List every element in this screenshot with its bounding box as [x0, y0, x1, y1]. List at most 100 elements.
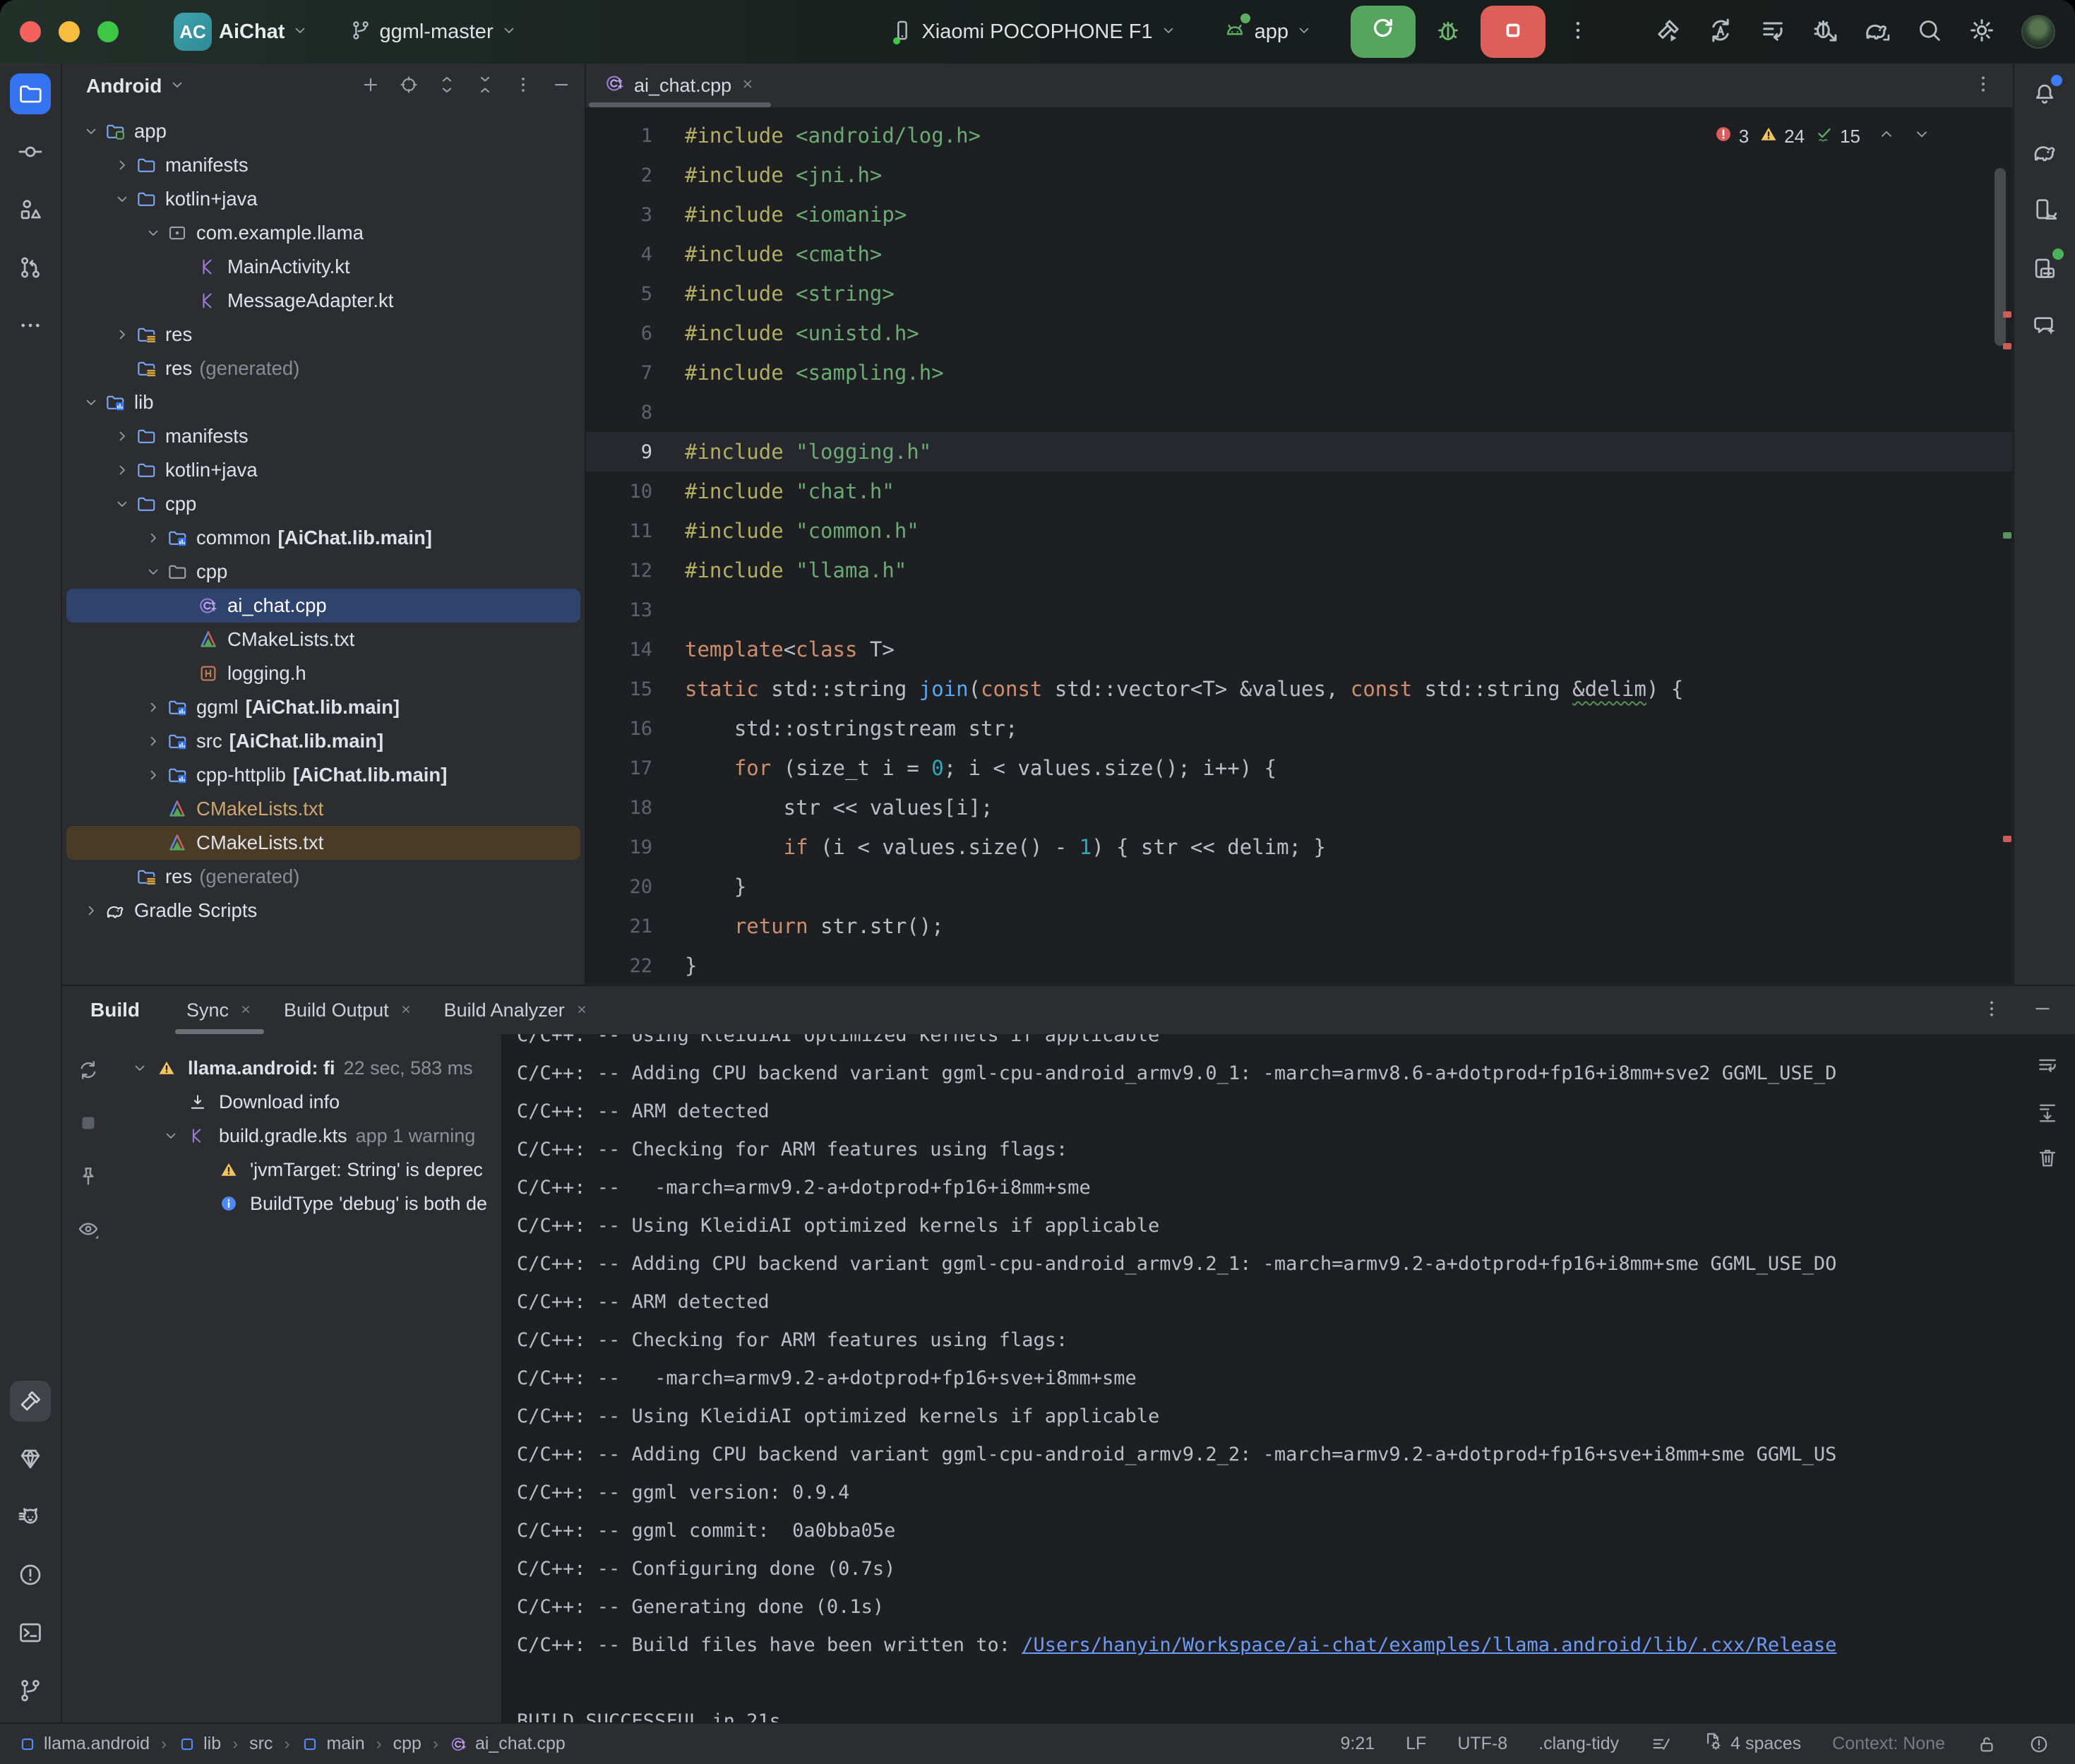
chevron-right-icon[interactable] — [110, 428, 134, 445]
project-tree-item[interactable]: res(generated) — [66, 860, 580, 894]
project-tree-item[interactable]: res — [66, 318, 580, 352]
code-line[interactable]: 15static std::string join(const std::vec… — [586, 669, 2013, 709]
code-line[interactable]: 10#include "chat.h" — [586, 472, 2013, 511]
error-stripe-mark[interactable] — [2003, 836, 2011, 842]
close-icon[interactable] — [399, 1000, 413, 1021]
chevron-down-icon[interactable] — [110, 191, 134, 208]
error-stripe-mark[interactable] — [2003, 343, 2011, 349]
project-tree-item[interactable]: manifests — [66, 148, 580, 182]
chevron-down-icon[interactable] — [79, 394, 103, 411]
rerun-app-button[interactable] — [1351, 6, 1416, 58]
breadcrumb-item[interactable]: src — [249, 1734, 273, 1754]
project-tree-item[interactable]: ggml[AiChat.lib.main] — [66, 690, 580, 724]
chevron-down-icon[interactable] — [141, 224, 165, 241]
build-tree-item[interactable]: build.gradle.ktsapp 1 warning — [114, 1119, 501, 1153]
tool-strip-button-build-hammer[interactable] — [10, 1381, 51, 1422]
code-line[interactable]: 14template<class T> — [586, 630, 2013, 669]
tool-strip-button-gradle[interactable] — [2024, 131, 2065, 172]
tool-strip-button-running-devices[interactable] — [2024, 247, 2065, 288]
close-window-button[interactable] — [20, 21, 41, 42]
zoom-window-button[interactable] — [97, 21, 119, 42]
build-console[interactable]: C/C++: -- Using KleidiAI optimized kerne… — [501, 1034, 2075, 1722]
code-line[interactable]: 11#include "common.h" — [586, 511, 2013, 551]
project-tree-item[interactable]: Gradle Scripts — [66, 894, 580, 928]
editor-tab[interactable]: ai_chat.cpp — [586, 64, 774, 107]
stop-square-icon[interactable] — [76, 1111, 100, 1139]
tool-strip-button-pull-requests[interactable] — [10, 247, 51, 288]
code-line[interactable]: 22} — [586, 946, 2013, 985]
chevron-down-icon[interactable] — [157, 1127, 185, 1144]
apply-code-changes-button[interactable] — [1753, 10, 1793, 54]
tool-strip-button-device-manager[interactable] — [2024, 189, 2065, 230]
editor-options-kebab-icon[interactable] — [1972, 73, 1995, 99]
debug-app-button[interactable] — [1428, 10, 1468, 54]
build-tree-item[interactable]: llama.android: fi22 sec, 583 ms — [114, 1051, 501, 1085]
apply-changes-restart-button[interactable] — [1701, 10, 1740, 54]
chevron-right-icon[interactable] — [141, 699, 165, 716]
project-toolbar-locate[interactable] — [398, 74, 419, 99]
project-tree-item[interactable]: MessageAdapter.kt — [66, 284, 580, 318]
device-selector[interactable]: Xiaomi POCOPHONE F1 — [890, 18, 1176, 46]
code-area[interactable]: 1#include <android/log.h>2#include <jni.… — [586, 109, 2013, 985]
next-problem-chevron-icon[interactable] — [1913, 125, 1931, 148]
sync-refresh-icon[interactable] — [76, 1058, 100, 1086]
build-tab-sync[interactable]: Sync — [171, 986, 268, 1034]
tool-strip-button-terminal[interactable] — [10, 1612, 51, 1653]
branch-selector[interactable]: ggml-master — [349, 19, 517, 45]
soft-wrap-icon[interactable] — [2035, 1054, 2059, 1081]
chevron-right-icon[interactable] — [141, 767, 165, 784]
project-tree-item[interactable]: logging.h — [66, 656, 580, 690]
chevron-right-icon[interactable] — [110, 157, 134, 174]
inspections-widget[interactable]: 3 24 15 — [1714, 124, 1931, 149]
close-icon[interactable] — [239, 1000, 253, 1021]
tool-strip-button-commit[interactable] — [10, 131, 51, 172]
code-line[interactable]: 6#include <unistd.h> — [586, 313, 2013, 353]
formatter-icon[interactable] — [1650, 1734, 1671, 1755]
clear-console-icon[interactable] — [2035, 1146, 2059, 1173]
indent-setting[interactable]: 4 spaces — [1702, 1731, 1801, 1757]
breadcrumb-item[interactable]: main — [301, 1734, 364, 1754]
breadcrumb-item[interactable]: llama.android — [18, 1734, 150, 1754]
tool-strip-button-version-control[interactable] — [10, 1670, 51, 1711]
file-encoding[interactable]: UTF-8 — [1457, 1734, 1507, 1754]
project-tree-item[interactable]: kotlin+java — [66, 453, 580, 487]
lock-open-icon[interactable] — [1976, 1734, 1997, 1755]
stop-app-button[interactable] — [1481, 6, 1545, 58]
build-tab-build-output[interactable]: Build Output — [268, 986, 429, 1034]
analyzer-status[interactable]: .clang-tidy — [1538, 1734, 1619, 1754]
build-tree-item[interactable]: Download info — [114, 1085, 501, 1119]
more-run-actions-button[interactable] — [1558, 10, 1598, 54]
chevron-down-icon[interactable] — [79, 123, 103, 140]
previous-problem-chevron-icon[interactable] — [1877, 125, 1896, 148]
editor-scrollbar[interactable] — [1995, 168, 2006, 346]
code-line[interactable]: 9#include "logging.h" — [586, 432, 2013, 472]
code-line[interactable]: 4#include <cmath> — [586, 234, 2013, 274]
build-tab-build-analyzer[interactable]: Build Analyzer — [429, 986, 604, 1034]
chevron-down-icon[interactable] — [126, 1060, 154, 1076]
pin-icon[interactable] — [76, 1164, 100, 1192]
code-line[interactable]: 16 std::ostringstream str; — [586, 709, 2013, 748]
scroll-to-end-icon[interactable] — [2035, 1100, 2059, 1127]
minimize-window-button[interactable] — [59, 21, 80, 42]
search-everywhere-button[interactable] — [1910, 10, 1949, 54]
project-toolbar-expand-all[interactable] — [436, 74, 458, 99]
project-tree-item[interactable]: cpp — [66, 487, 580, 521]
build-project-button[interactable] — [1649, 10, 1688, 54]
build-tree-item[interactable]: BuildType 'debug' is both de — [114, 1187, 501, 1220]
project-tree-item[interactable]: CMakeLists.txt — [66, 826, 580, 860]
error-status-icon[interactable] — [2028, 1734, 2050, 1755]
code-line[interactable]: 19 if (i < values.size() - 1) { str << d… — [586, 827, 2013, 867]
attach-debugger-button[interactable] — [1805, 10, 1845, 54]
context-indicator[interactable]: Context: None — [1832, 1734, 1945, 1754]
chevron-right-icon[interactable] — [141, 733, 165, 750]
code-line[interactable]: 7#include <sampling.h> — [586, 353, 2013, 392]
code-line[interactable]: 13 — [586, 590, 2013, 630]
hide-panel-icon[interactable] — [2031, 997, 2054, 1024]
tool-strip-button-logcat[interactable] — [10, 1496, 51, 1537]
code-line[interactable]: 20 } — [586, 867, 2013, 906]
line-ending[interactable]: LF — [1406, 1734, 1426, 1754]
project-tree-item[interactable]: CMakeLists.txt — [66, 792, 580, 826]
chevron-down-icon[interactable] — [169, 76, 186, 97]
build-options-kebab-icon[interactable] — [1980, 997, 2003, 1024]
project-view-selector[interactable]: Android — [86, 75, 162, 97]
